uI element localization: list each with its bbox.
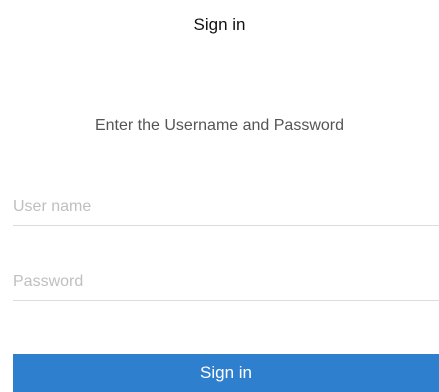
password-input[interactable] xyxy=(13,270,439,294)
login-prompt: Enter the Username and Password xyxy=(94,117,344,134)
sign-in-button[interactable]: Sign in xyxy=(13,354,439,392)
username-field-container xyxy=(13,195,439,226)
password-field-container xyxy=(13,270,439,301)
page-title: Sign in xyxy=(193,15,246,34)
username-input[interactable] xyxy=(13,195,439,219)
